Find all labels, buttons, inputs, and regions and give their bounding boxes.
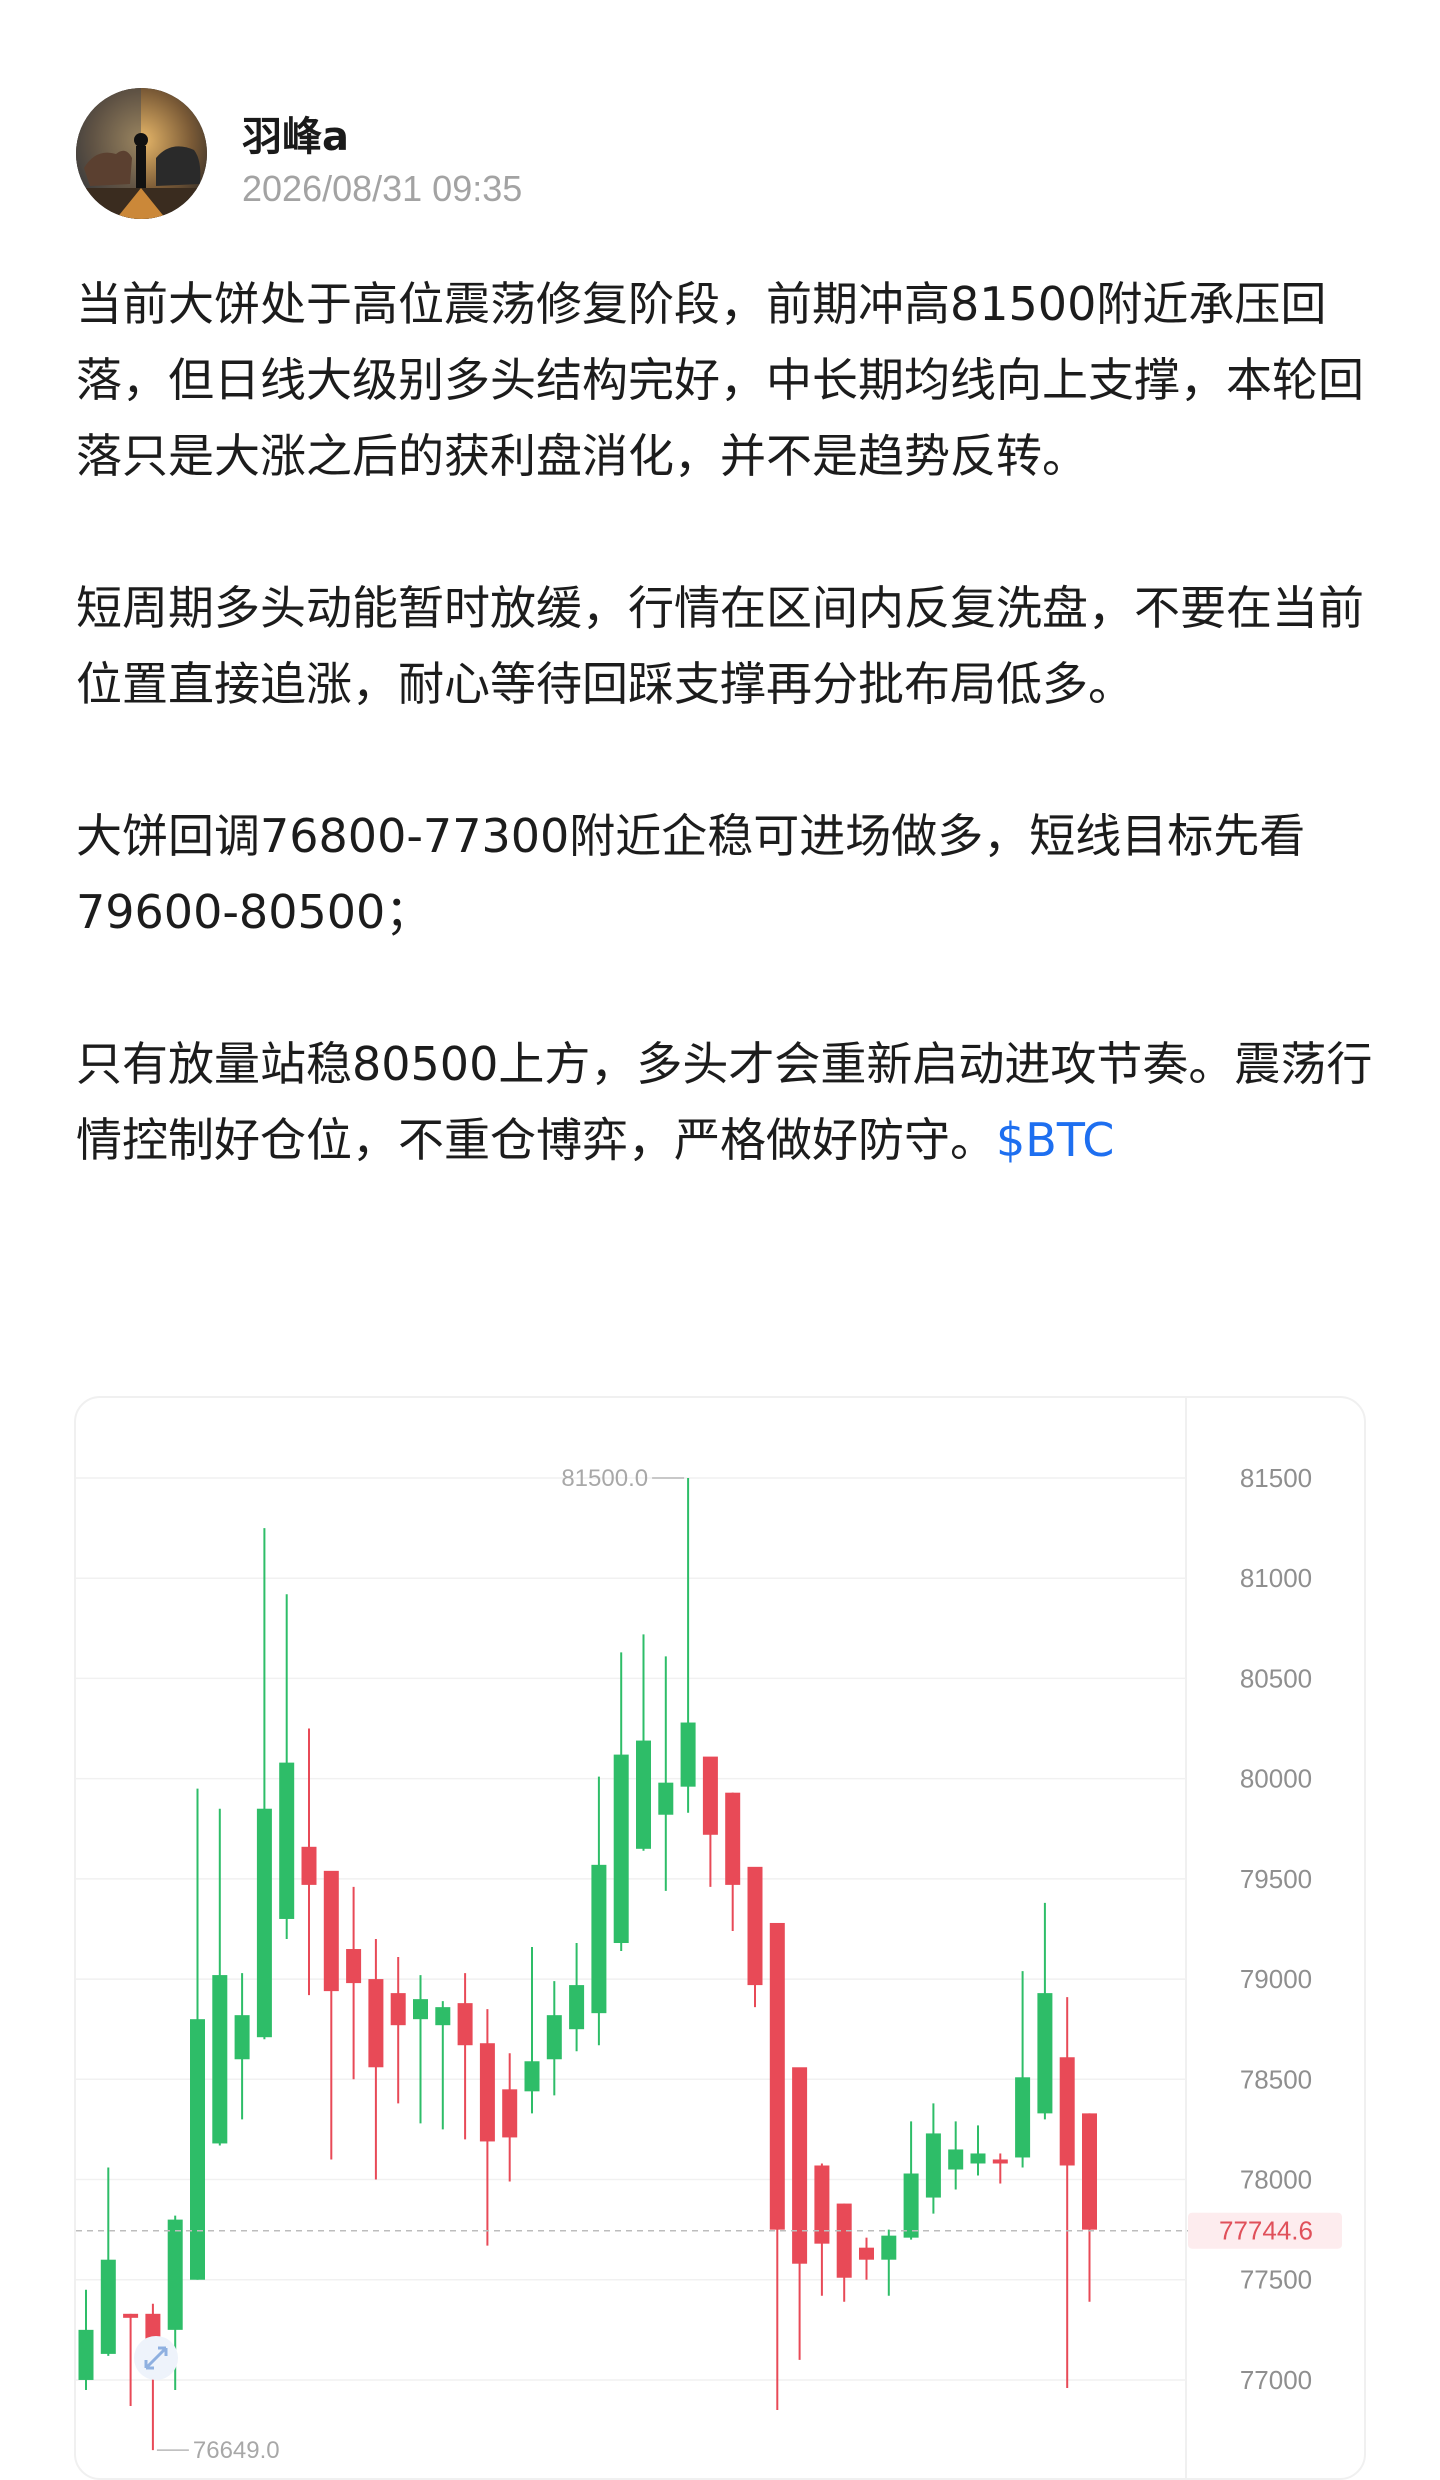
candle-body <box>479 2043 495 2142</box>
candle-body <box>346 1949 362 1984</box>
candle-body <box>859 2247 874 2260</box>
candle-body <box>279 1762 295 1919</box>
post-body: 当前大饼处于高位震荡修复阶段，前期冲高81500附近承压回落，但日线大级别多头结… <box>76 266 1376 1254</box>
low-marker-label: 76649.0 <box>193 2437 280 2464</box>
candle-body <box>792 2067 808 2264</box>
price-axis: 81500 81000 80500 80000 79500 79000 78500 78000… <box>1240 1463 1312 2395</box>
y-tick-label: 81000 <box>1240 1563 1312 1593</box>
candle-body <box>301 1846 317 1885</box>
candles <box>78 1478 1097 2451</box>
chart-grid <box>76 1398 1187 2478</box>
post-paragraph-2: 短周期多头动能暂时放缓，行情在区间内反复洗盘，不要在当前位置直接追涨，耐心等待回… <box>76 581 1364 711</box>
candle-body <box>457 2003 473 2046</box>
candle-body <box>413 1999 428 2020</box>
y-tick-label: 80500 <box>1240 1663 1312 1693</box>
candle-body <box>925 2133 941 2198</box>
y-tick-label: 79500 <box>1240 1864 1312 1894</box>
candle-body <box>524 2061 540 2092</box>
y-tick-label: 77500 <box>1240 2265 1312 2295</box>
post-header: 羽峰a 2026/08/31 09:35 <box>76 88 1376 222</box>
candle-body <box>591 1864 607 2014</box>
post-timestamp: 2026/08/31 09:35 <box>242 168 523 209</box>
post-paragraph-3: 大饼回调76800-77300附近企稳可进场做多，短线目标先看79600-805… <box>76 809 1306 939</box>
candle-body <box>680 1722 696 1787</box>
y-tick-label: 79000 <box>1240 1964 1312 1994</box>
candle-body <box>636 1740 651 1849</box>
candle-body <box>903 2173 919 2238</box>
candle-body <box>948 2149 964 2170</box>
candle-body <box>167 2219 183 2330</box>
candle-body <box>613 1754 629 1944</box>
candle-body <box>769 1922 785 2230</box>
avatar[interactable] <box>76 88 207 219</box>
price-chart-card[interactable]: 81500 81000 80500 80000 79500 79000 78500 78000… <box>74 1396 1366 2480</box>
candle-body <box>435 2007 451 2026</box>
author-name[interactable]: 羽峰a <box>242 104 349 162</box>
candle-body <box>881 2235 897 2260</box>
candle-body <box>569 1985 585 2030</box>
last-price-label: 77744.6 <box>1219 2216 1313 2246</box>
candle-body <box>502 2089 518 2138</box>
candle-body <box>256 1808 272 2038</box>
candle-body <box>1015 2077 1031 2158</box>
bull-and-bear-avatar-icon <box>76 88 207 219</box>
candlestick-chart: 81500 81000 80500 80000 79500 79000 78500 78000… <box>76 1398 1342 2478</box>
candle-body <box>702 1756 718 1835</box>
y-tick-label: 78500 <box>1240 2064 1312 2094</box>
candle-body <box>725 1792 741 1885</box>
candle-body <box>390 1993 406 2026</box>
btc-tag-link[interactable]: $BTC <box>996 1113 1114 1167</box>
candle-body <box>836 2203 852 2278</box>
y-tick-label: 78000 <box>1240 2165 1312 2195</box>
candle-body <box>190 2019 205 2280</box>
candle-body <box>1037 1993 1053 2114</box>
candle-body <box>212 1975 228 2144</box>
high-marker-label: 81500.0 <box>561 1465 648 1492</box>
candle-body <box>546 2015 562 2060</box>
candle-body <box>78 2329 94 2380</box>
candle-body <box>1082 2113 1097 2230</box>
candle-body <box>970 2153 986 2164</box>
y-tick-label: 80000 <box>1240 1764 1312 1794</box>
candle-body <box>1059 2057 1075 2166</box>
post-paragraph-4: 只有放量站稳80500上方，多头才会重新启动进攻节奏。震荡行情控制好仓位，不重仓… <box>76 1026 1376 1178</box>
candle-body <box>992 2159 1008 2164</box>
post-paragraph-4-text: 只有放量站稳80500上方，多头才会重新启动进攻节奏。震荡行情控制好仓位，不重仓… <box>76 1037 1373 1167</box>
post-paragraph-1: 当前大饼处于高位震荡修复阶段，前期冲高81500附近承压回落，但日线大级别多头结… <box>76 277 1364 483</box>
candle-body <box>100 2259 116 2354</box>
y-tick-label: 81500 <box>1240 1463 1312 1493</box>
candle-body <box>658 1782 674 1815</box>
candle-body <box>368 1979 384 2068</box>
candle-body <box>123 2313 139 2318</box>
candle-body <box>814 2165 830 2244</box>
y-tick-label: 77000 <box>1240 2365 1312 2395</box>
candle-body <box>747 1866 763 1986</box>
expand-icon <box>134 2336 178 2380</box>
candle-body <box>323 1870 339 1992</box>
candle-body <box>234 2015 250 2060</box>
